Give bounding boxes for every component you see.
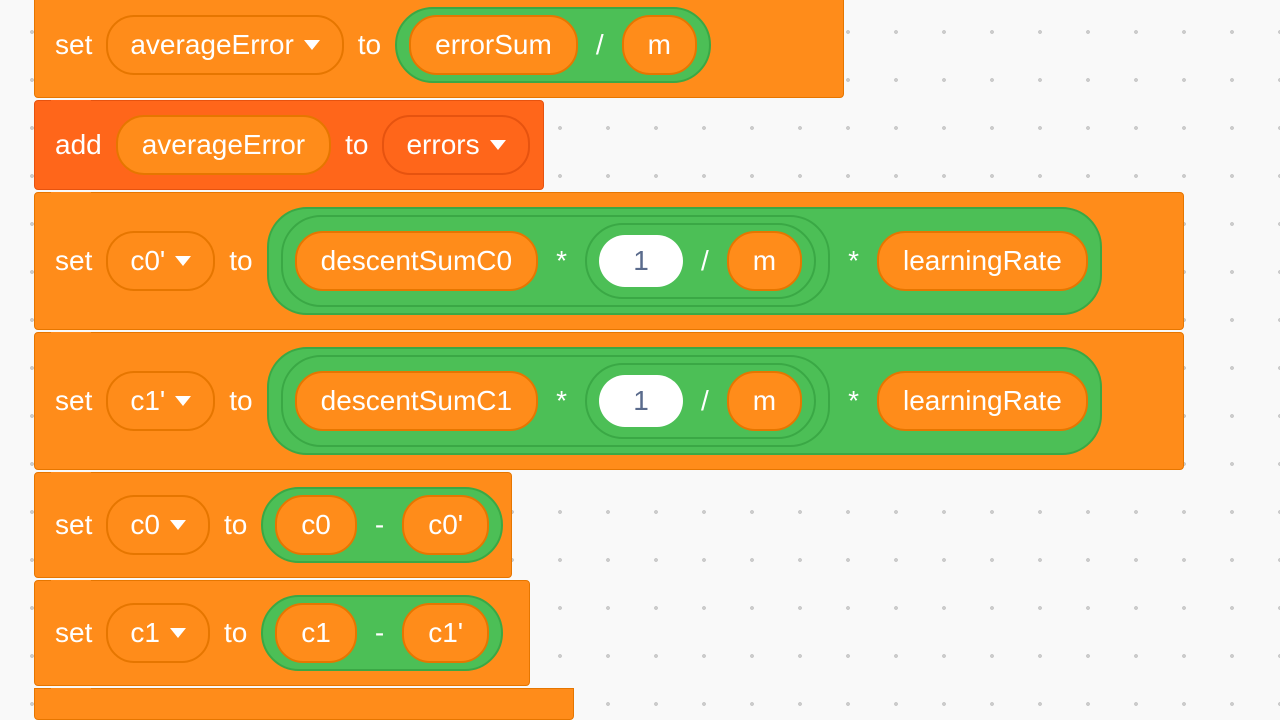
chevron-down-icon [490, 140, 506, 150]
reporter-m[interactable]: m [727, 371, 802, 431]
reporter-learningrate[interactable]: learningRate [877, 231, 1088, 291]
reporter-descentsumc0[interactable]: descentSumC0 [295, 231, 538, 291]
reporter-c0[interactable]: c0 [275, 495, 357, 555]
keyword-set: set [55, 385, 92, 417]
keyword-to: to [229, 245, 252, 277]
add-to-list-block[interactable]: add averageError to errors [34, 100, 544, 190]
operator-symbol: * [844, 245, 863, 277]
keyword-to: to [224, 509, 247, 541]
divide-operator-inner[interactable]: 1 / m [585, 363, 816, 439]
operator-symbol: * [552, 245, 571, 277]
operator-symbol: - [371, 617, 388, 649]
blocks-workspace[interactable]: set averageError to errorSum / m add ave… [0, 0, 1280, 720]
multiply-operator-inner[interactable]: descentSumC0 * 1 / m [281, 215, 830, 307]
var-dropdown-c0prime[interactable]: c0' [106, 231, 215, 291]
number-input-1[interactable]: 1 [599, 375, 683, 427]
reporter-c0prime[interactable]: c0' [402, 495, 489, 555]
var-dropdown-c0[interactable]: c0 [106, 495, 210, 555]
number-input-1[interactable]: 1 [599, 235, 683, 287]
reporter-m[interactable]: m [622, 15, 697, 75]
chevron-down-icon [170, 628, 186, 638]
keyword-to: to [224, 617, 247, 649]
divide-operator[interactable]: errorSum / m [395, 7, 711, 83]
multiply-operator-outer[interactable]: descentSumC1 * 1 / m * learningRate [267, 347, 1102, 455]
set-c0prime-block[interactable]: set c0' to descentSumC0 * 1 / m * learni… [34, 192, 1184, 330]
keyword-to: to [358, 29, 381, 61]
reporter-learningrate[interactable]: learningRate [877, 371, 1088, 431]
set-averageerror-block[interactable]: set averageError to errorSum / m [34, 0, 844, 98]
keyword-set: set [55, 509, 92, 541]
chevron-down-icon [175, 256, 191, 266]
keyword-add: add [55, 129, 102, 161]
keyword-to: to [229, 385, 252, 417]
reporter-m[interactable]: m [727, 231, 802, 291]
operator-symbol: / [592, 29, 608, 61]
reporter-averageerror[interactable]: averageError [116, 115, 331, 175]
list-dropdown-label: errors [406, 129, 479, 161]
operator-symbol: / [697, 245, 713, 277]
keyword-set: set [55, 617, 92, 649]
chevron-down-icon [304, 40, 320, 50]
chevron-down-icon [170, 520, 186, 530]
multiply-operator-inner[interactable]: descentSumC1 * 1 / m [281, 355, 830, 447]
operator-symbol: / [697, 385, 713, 417]
operator-symbol: * [844, 385, 863, 417]
divide-operator-inner[interactable]: 1 / m [585, 223, 816, 299]
var-dropdown-averageerror[interactable]: averageError [106, 15, 343, 75]
set-c1prime-block[interactable]: set c1' to descentSumC1 * 1 / m * learni… [34, 332, 1184, 470]
var-dropdown-label: c1 [130, 617, 160, 649]
var-dropdown-label: c0 [130, 509, 160, 541]
keyword-set: set [55, 29, 92, 61]
keyword-to: to [345, 129, 368, 161]
subtract-operator[interactable]: c0 - c0' [261, 487, 503, 563]
chevron-down-icon [175, 396, 191, 406]
var-dropdown-c1prime[interactable]: c1' [106, 371, 215, 431]
set-c0-block[interactable]: set c0 to c0 - c0' [34, 472, 512, 578]
var-dropdown-label: averageError [130, 29, 293, 61]
reporter-c1[interactable]: c1 [275, 603, 357, 663]
var-dropdown-label: c1' [130, 385, 165, 417]
reporter-descentsumc1[interactable]: descentSumC1 [295, 371, 538, 431]
var-dropdown-c1[interactable]: c1 [106, 603, 210, 663]
subtract-operator[interactable]: c1 - c1' [261, 595, 503, 671]
partial-next-block[interactable] [34, 688, 574, 720]
reporter-errorsum[interactable]: errorSum [409, 15, 578, 75]
set-c1-block[interactable]: set c1 to c1 - c1' [34, 580, 530, 686]
operator-symbol: * [552, 385, 571, 417]
operator-symbol: - [371, 509, 388, 541]
block-stack: set averageError to errorSum / m add ave… [34, 0, 1184, 720]
list-dropdown-errors[interactable]: errors [382, 115, 529, 175]
multiply-operator-outer[interactable]: descentSumC0 * 1 / m * learningRate [267, 207, 1102, 315]
keyword-set: set [55, 245, 92, 277]
reporter-c1prime[interactable]: c1' [402, 603, 489, 663]
var-dropdown-label: c0' [130, 245, 165, 277]
